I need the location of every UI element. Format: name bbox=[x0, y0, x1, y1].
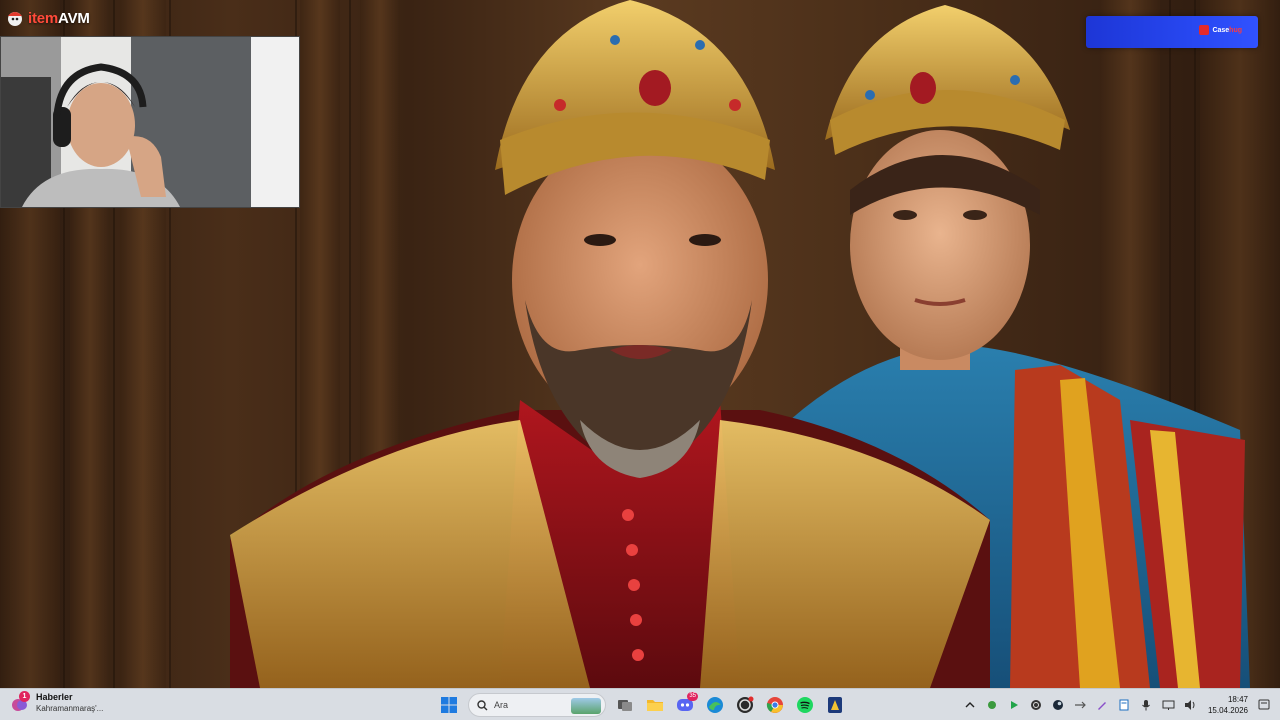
tray-app-5[interactable] bbox=[1118, 699, 1131, 712]
clock-time: 18:47 bbox=[1227, 695, 1248, 704]
taskbar-search-box[interactable] bbox=[468, 693, 606, 717]
notes-icon bbox=[1119, 699, 1129, 711]
system-tray: 18:47 15.04.2026 bbox=[964, 692, 1270, 718]
sponsor-banner: Casehug bbox=[1086, 16, 1258, 48]
notification-icon bbox=[1258, 699, 1269, 710]
streamer-brand-logo: itemAVM bbox=[6, 7, 90, 29]
app-button[interactable] bbox=[824, 694, 846, 716]
network-button[interactable] bbox=[1162, 699, 1175, 712]
search-highlight-image bbox=[571, 698, 601, 714]
show-hidden-icons-button[interactable] bbox=[964, 699, 977, 712]
steam-icon bbox=[1053, 700, 1064, 710]
taskbar: 1 Haberler Kahramanmaraş'... Ara 35 18:4… bbox=[0, 688, 1280, 720]
brand-name: itemAVM bbox=[28, 10, 90, 27]
edge-button[interactable] bbox=[704, 694, 726, 716]
news-widget-icon: 1 bbox=[10, 691, 30, 713]
tray-app-4[interactable] bbox=[1096, 699, 1109, 712]
microphone-button[interactable] bbox=[1140, 699, 1153, 712]
pen-icon bbox=[1098, 702, 1107, 710]
brand-name-part1: item bbox=[28, 9, 59, 27]
widget-subtitle: Kahramanmaraş'... bbox=[36, 704, 104, 713]
obs-button[interactable] bbox=[734, 694, 756, 716]
discord-badge: 35 bbox=[687, 692, 698, 701]
sponsor-name-part1: Case bbox=[1212, 26, 1230, 34]
app-icon bbox=[828, 697, 842, 713]
start-button[interactable] bbox=[438, 694, 460, 716]
taskbar-clock[interactable]: 18:47 15.04.2026 bbox=[1208, 694, 1248, 716]
task-view-icon bbox=[618, 700, 632, 711]
speaker-icon bbox=[1184, 700, 1195, 710]
file-explorer-button[interactable] bbox=[644, 694, 666, 716]
notifications-button[interactable] bbox=[1257, 699, 1270, 712]
volume-button[interactable] bbox=[1184, 699, 1197, 712]
sponsor-cube-icon bbox=[1199, 25, 1210, 35]
mascot-logo-icon bbox=[8, 12, 22, 26]
edge-icon bbox=[707, 697, 723, 713]
chevron-up-icon bbox=[965, 702, 975, 708]
widget-badge: 1 bbox=[19, 691, 30, 702]
chrome-button[interactable] bbox=[764, 694, 786, 716]
folder-icon bbox=[647, 700, 663, 711]
spotify-button[interactable] bbox=[794, 694, 816, 716]
green-dot-icon bbox=[988, 701, 997, 709]
webcam-overlay bbox=[0, 36, 300, 208]
windows-start-icon bbox=[441, 697, 457, 713]
tray-app-3[interactable] bbox=[1074, 699, 1087, 712]
play-icon bbox=[1011, 701, 1019, 709]
search-icon bbox=[477, 699, 488, 710]
obs-tray-icon bbox=[1031, 700, 1042, 710]
brand-name-part2: AVM bbox=[58, 9, 90, 27]
tray-steam[interactable] bbox=[1052, 699, 1065, 712]
taskbar-apps: 35 bbox=[438, 692, 846, 718]
spotify-icon bbox=[797, 697, 813, 713]
network-icon bbox=[1162, 700, 1175, 710]
microphone-icon bbox=[1142, 700, 1151, 711]
clock-date: 15.04.2026 bbox=[1207, 706, 1248, 715]
sponsor-name-part2: hug bbox=[1229, 26, 1242, 34]
task-view-button[interactable] bbox=[614, 694, 636, 716]
tray-app-2[interactable] bbox=[1008, 699, 1021, 712]
sponsor-logo: Casehug bbox=[1199, 25, 1242, 35]
chrome-icon bbox=[766, 697, 783, 713]
tray-app-1[interactable] bbox=[986, 699, 999, 712]
widget-title: Haberler bbox=[36, 692, 73, 702]
obs-icon bbox=[737, 696, 754, 713]
search-input[interactable] bbox=[494, 700, 564, 710]
webcam-feed bbox=[1, 37, 299, 207]
tray-obs[interactable] bbox=[1030, 699, 1043, 712]
widgets-button[interactable]: 1 Haberler Kahramanmaraş'... bbox=[10, 691, 104, 714]
discord-button[interactable]: 35 bbox=[674, 692, 698, 716]
arrows-icon bbox=[1075, 701, 1087, 709]
